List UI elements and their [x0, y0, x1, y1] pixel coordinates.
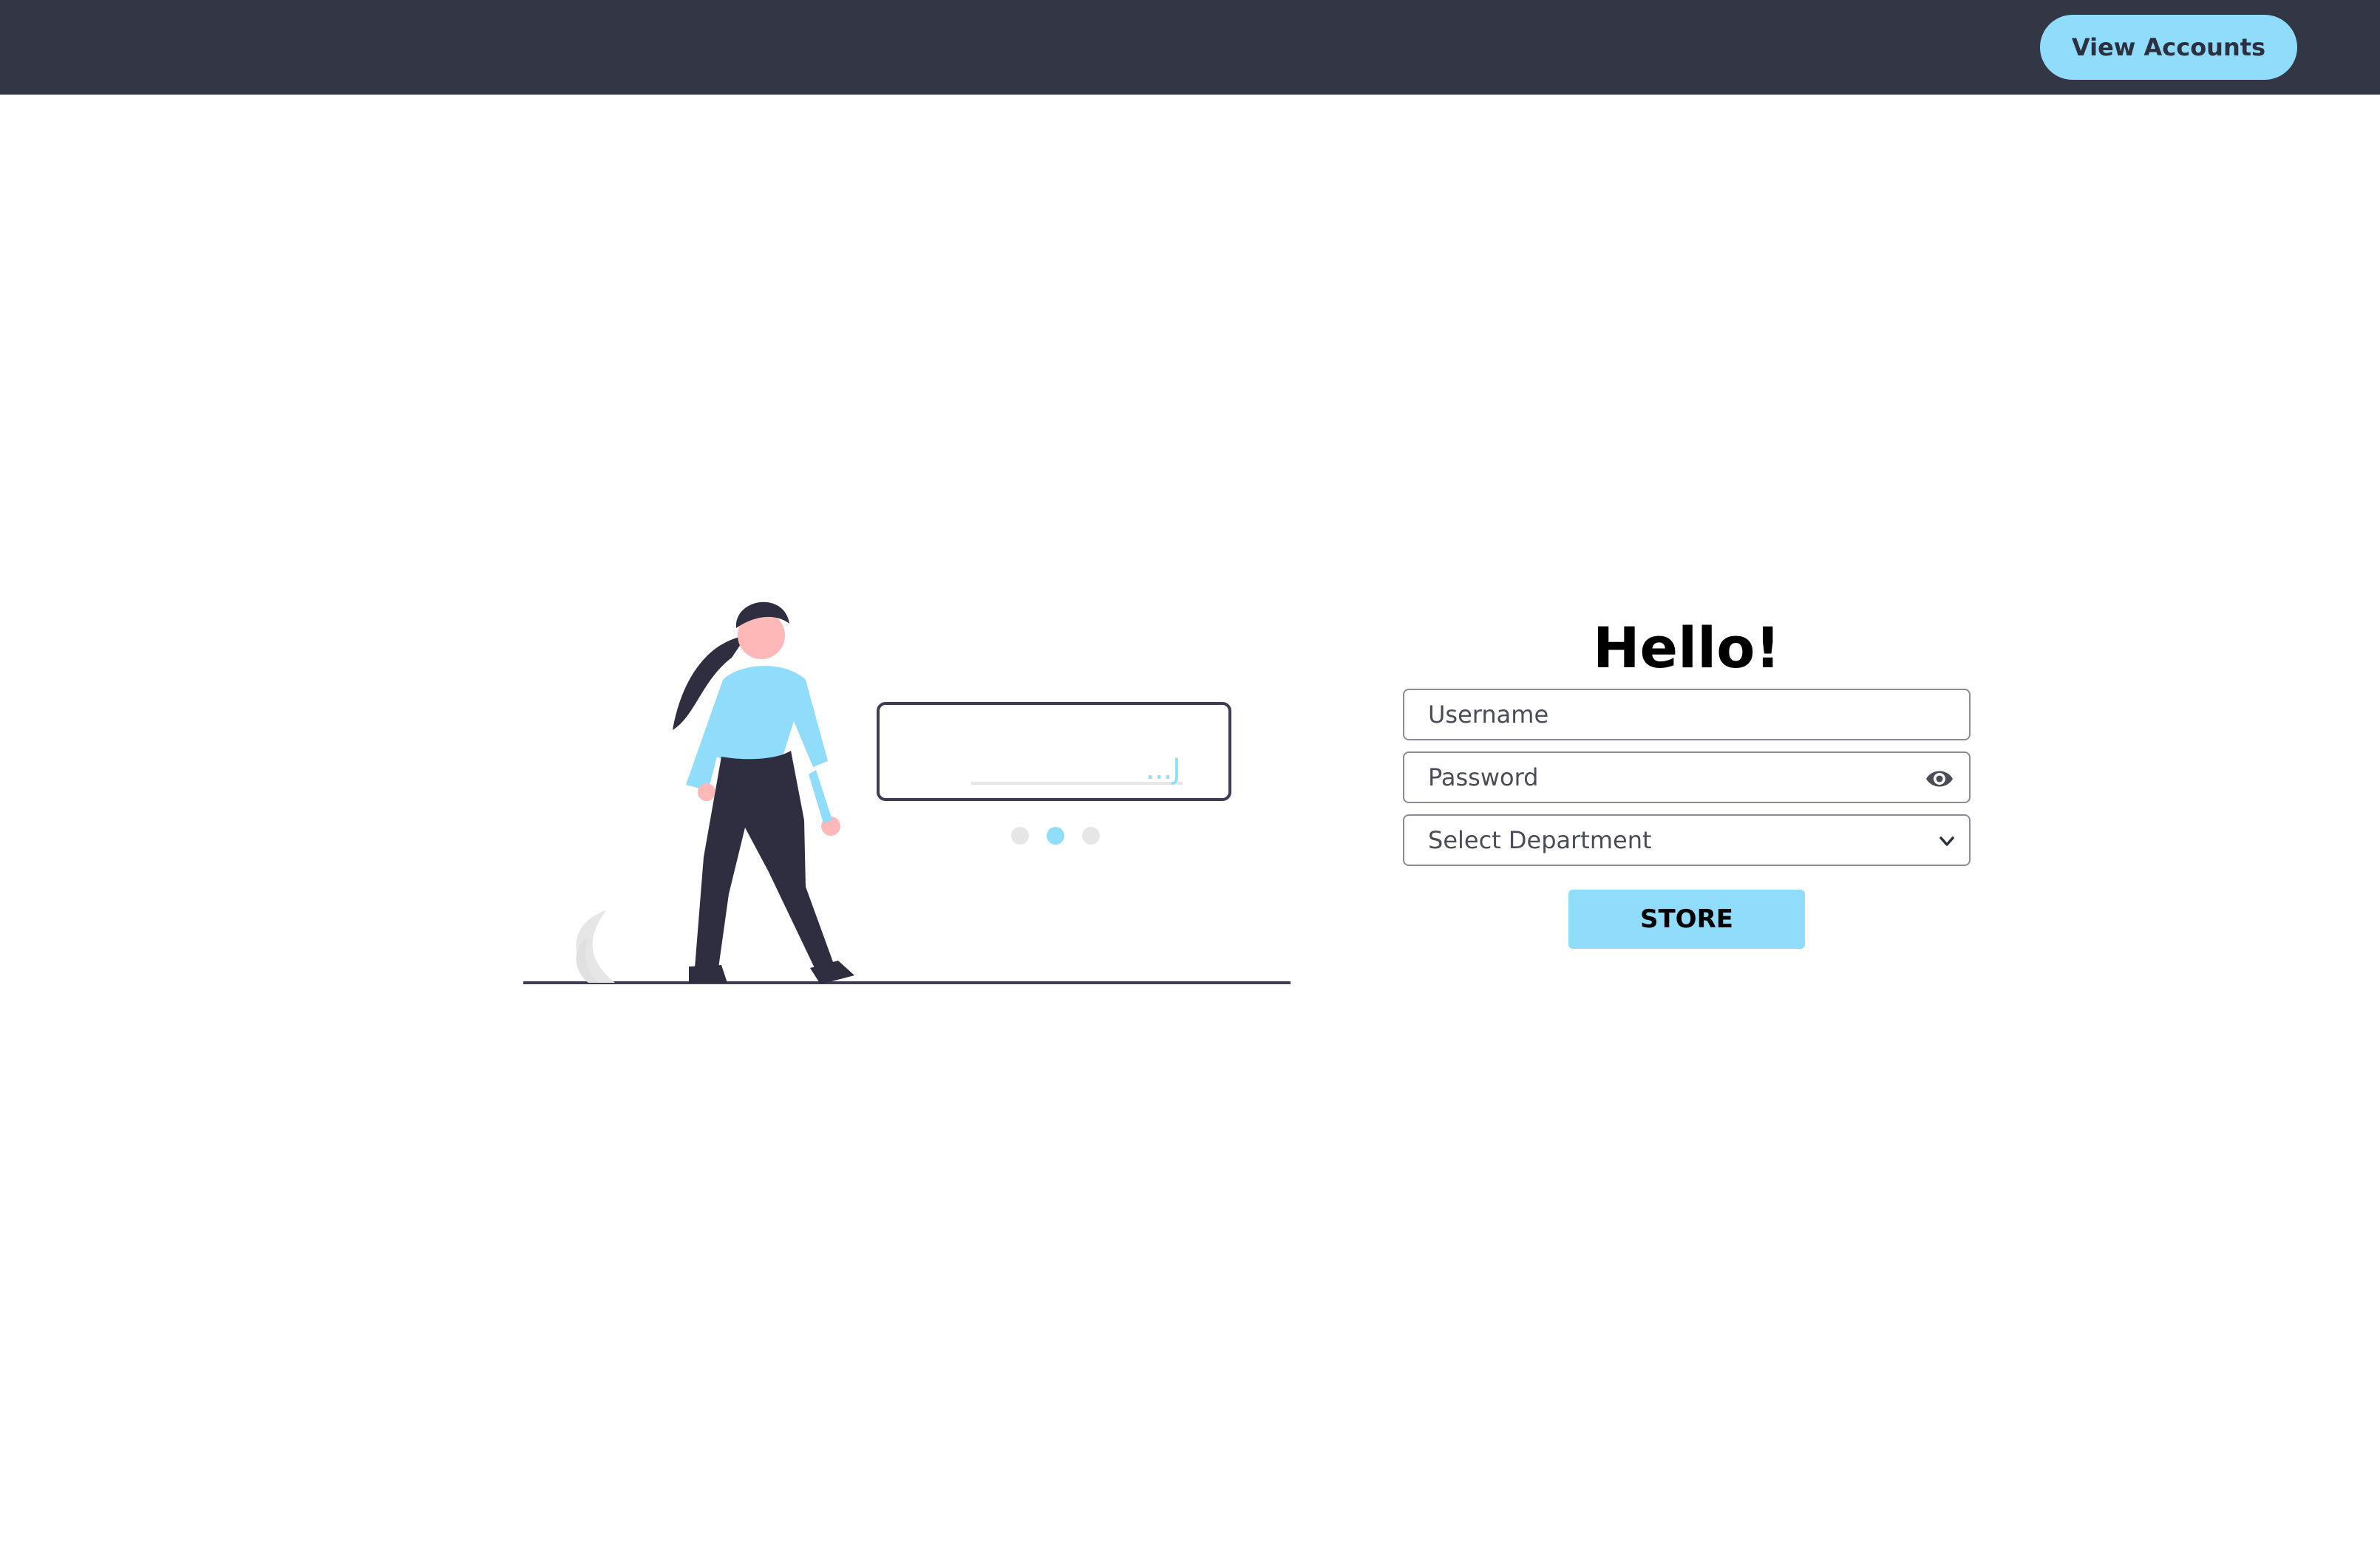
dialog-text: ...J — [1146, 753, 1180, 785]
login-illustration: ...J — [517, 576, 1301, 990]
password-input[interactable]: Password — [1403, 751, 1971, 803]
top-navigation-bar: View Accounts — [0, 0, 2380, 95]
view-accounts-button[interactable]: View Accounts — [2040, 15, 2297, 80]
chevron-down-icon — [1939, 836, 1954, 846]
username-input[interactable]: Username — [1403, 689, 1971, 740]
username-placeholder: Username — [1428, 701, 1549, 729]
eye-icon[interactable] — [1925, 766, 1954, 792]
dot-indicator — [1082, 827, 1100, 845]
department-select[interactable]: Select Department — [1403, 814, 1971, 866]
plant-shape — [576, 910, 615, 983]
form-heading: Hello! — [1592, 615, 1781, 681]
store-button[interactable]: STORE — [1568, 890, 1805, 949]
department-selected-value: Select Department — [1428, 826, 1652, 854]
dot-indicator — [1011, 827, 1029, 845]
person-figure — [673, 601, 854, 984]
dot-indicator-active — [1047, 827, 1064, 845]
password-placeholder: Password — [1428, 763, 1539, 791]
